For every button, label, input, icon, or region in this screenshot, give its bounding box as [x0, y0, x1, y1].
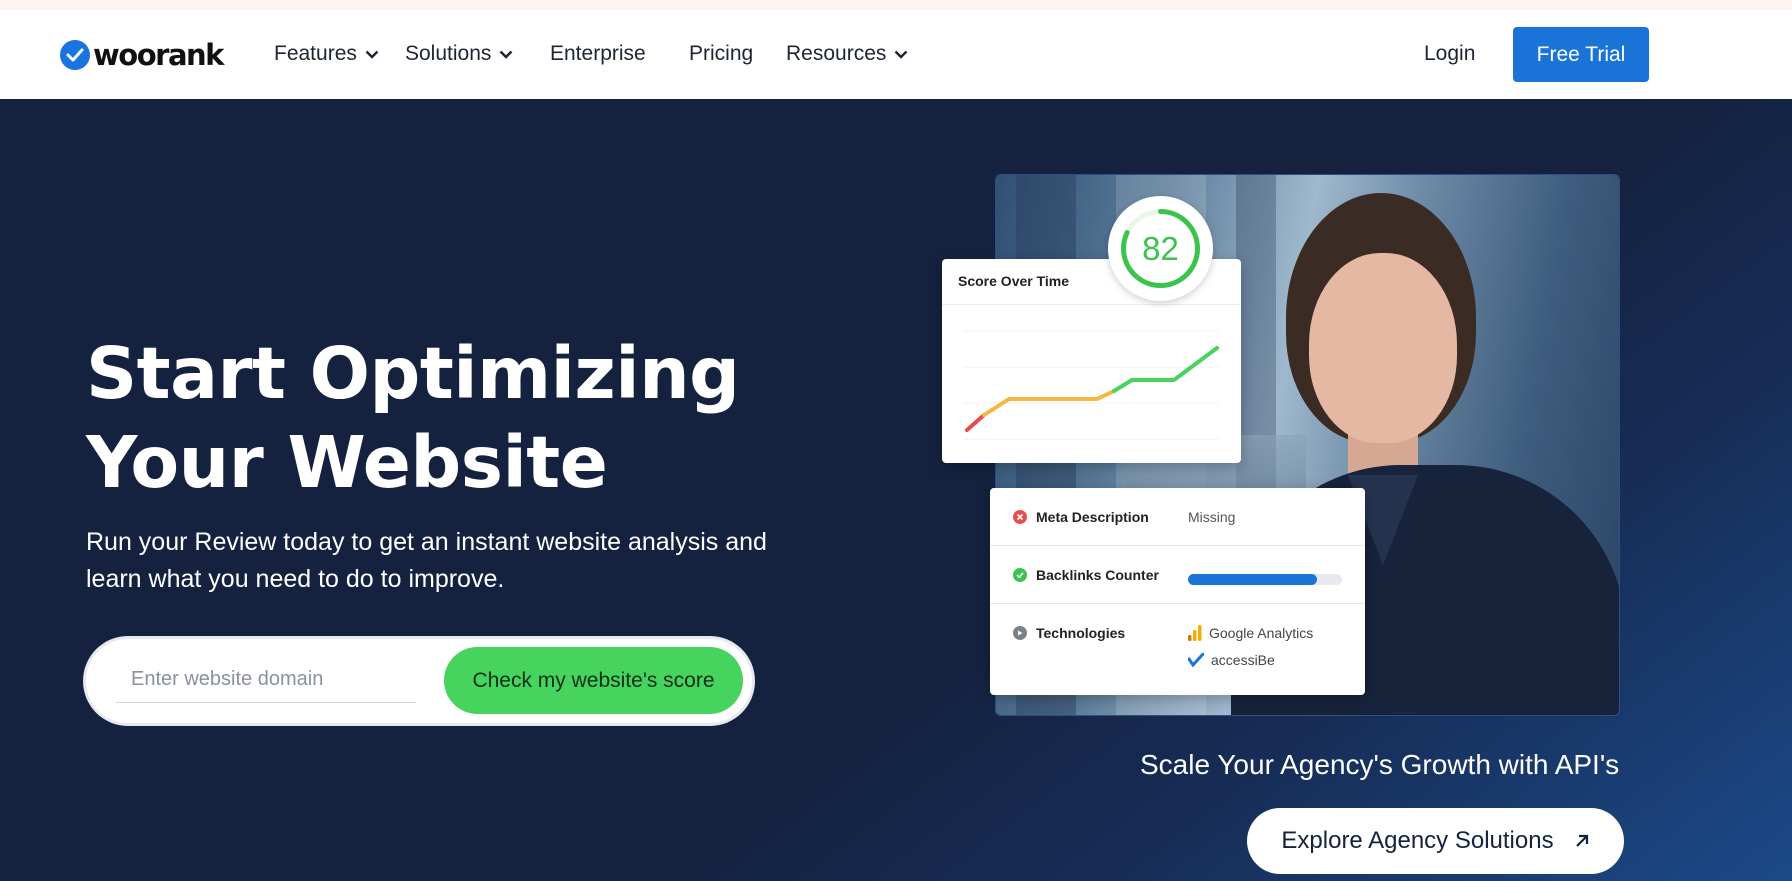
tech-item-accessibe: accessiBe [1188, 652, 1275, 668]
audit-label: Meta Description [1036, 509, 1149, 525]
nav-features-label: Features [274, 42, 357, 65]
arrow-up-right-icon [1574, 833, 1590, 849]
nav-resources-label: Resources [786, 42, 887, 65]
chevron-down-icon [499, 50, 513, 59]
domain-check-form: Check my website's score [86, 639, 752, 723]
nav-resources[interactable]: Resources [786, 42, 908, 66]
hero-subline: Run your Review today to get an instant … [86, 528, 767, 593]
audit-label: Technologies [1036, 625, 1126, 641]
chevron-down-icon [894, 50, 908, 59]
audit-value: Missing [1188, 509, 1236, 525]
domain-input[interactable] [116, 657, 416, 703]
score-card-title: Score Over Time [958, 273, 1070, 289]
audit-row-backlinks: Backlinks Counter [990, 546, 1365, 604]
nav-enterprise-label: Enterprise [550, 42, 646, 65]
nav-features[interactable]: Features [274, 42, 379, 66]
accessibe-icon [1188, 653, 1204, 667]
score-ring: 82 [1108, 196, 1213, 301]
top-strip [0, 0, 1792, 10]
nav-solutions-label: Solutions [405, 42, 492, 65]
agency-tagline: Scale Your Agency's Growth with API's [1140, 749, 1620, 780]
hero-headline: Start Optimizing Your Website [86, 329, 740, 507]
google-analytics-icon [1188, 625, 1202, 641]
free-trial-button[interactable]: Free Trial [1513, 27, 1649, 82]
headline-line-1: Start Optimizing [86, 332, 740, 415]
navbar: woorank Features Solutions Enterprise Pr… [0, 10, 1792, 99]
audit-row-meta-description: Meta Description Missing [990, 488, 1365, 546]
tech-name: accessiBe [1211, 652, 1275, 668]
headline-line-2: Your Website [86, 421, 608, 504]
backlinks-progress-fill [1188, 574, 1318, 585]
check-logo-icon [60, 40, 90, 70]
trend-segment-green [1112, 346, 1219, 393]
nav-pricing-label: Pricing [689, 42, 754, 65]
nav-pricing[interactable]: Pricing [689, 42, 753, 66]
audit-label: Backlinks Counter [1036, 567, 1159, 583]
chevron-down-icon [365, 50, 379, 59]
check-circle-icon [1013, 568, 1027, 582]
audit-card: Meta Description Missing Backlinks Count… [990, 488, 1365, 695]
explore-agency-label: Explore Agency Solutions [1281, 827, 1554, 854]
check-score-button[interactable]: Check my website's score [444, 647, 743, 714]
tech-name: Google Analytics [1209, 625, 1314, 641]
hero-section: Start Optimizing Your Website Run your R… [0, 99, 1792, 881]
person-face [1309, 253, 1457, 443]
error-x-icon [1013, 510, 1027, 524]
explore-agency-button[interactable]: Explore Agency Solutions [1247, 808, 1624, 874]
tech-item-google-analytics: Google Analytics [1188, 625, 1313, 641]
logo-text: woorank [93, 38, 224, 72]
score-value: 82 [1142, 229, 1179, 267]
score-trend-chart [964, 330, 1219, 440]
login-link[interactable]: Login [1424, 42, 1475, 66]
nav-enterprise[interactable]: Enterprise [550, 42, 646, 66]
info-circle-icon [1013, 626, 1027, 640]
audit-row-technologies: Technologies Google Analytics accessiBe [990, 604, 1365, 695]
nav-solutions[interactable]: Solutions [405, 42, 513, 66]
backlinks-progress-bar [1188, 574, 1342, 585]
woorank-logo[interactable]: woorank [60, 38, 224, 72]
trend-segment-red [965, 413, 986, 432]
